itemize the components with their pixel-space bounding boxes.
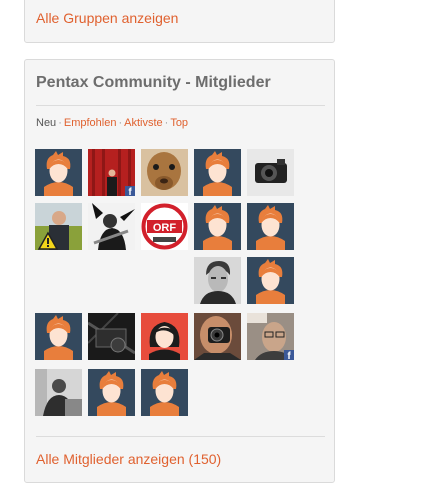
all-members-link[interactable]: Alle Mitglieder anzeigen (150)	[36, 451, 221, 467]
member-avatar[interactable]	[35, 369, 82, 416]
member-avatar[interactable]	[141, 369, 188, 416]
filter-separator: ·	[164, 117, 169, 129]
title-divider	[36, 105, 325, 106]
orf-logo: ORF	[141, 203, 188, 250]
widget-title: Pentax Community - Mitglieder	[36, 74, 271, 91]
facebook-badge-icon: f	[284, 350, 294, 360]
member-avatar[interactable]	[35, 203, 82, 250]
photo-bw-camera	[247, 149, 294, 196]
orf-logo-text: ORF	[153, 222, 177, 234]
footer-divider	[36, 436, 325, 437]
member-avatar[interactable]: f	[247, 313, 294, 360]
photo-man-with-camera	[194, 313, 241, 360]
groups-widget: Alle Gruppen anzeigen	[24, 0, 335, 43]
photo-alpaca	[141, 149, 188, 196]
member-filter-tabs: Neu · Empfohlen · Aktivste · Top	[36, 117, 188, 129]
default-avatar-icon	[141, 369, 188, 416]
filter-separator: ·	[58, 117, 62, 129]
member-avatar[interactable]	[194, 149, 241, 196]
member-avatar[interactable]: ORF	[141, 203, 188, 250]
filter-aktivste[interactable]: Aktivste	[124, 117, 163, 129]
filter-neu[interactable]: Neu	[36, 117, 56, 129]
filter-empfohlen[interactable]: Empfohlen	[64, 117, 117, 129]
member-avatar[interactable]: f	[88, 149, 135, 196]
photo-young-man-bw	[194, 257, 241, 304]
female-avatar-icon	[141, 313, 188, 360]
default-avatar-icon	[35, 313, 82, 360]
member-avatar[interactable]	[194, 257, 241, 304]
photo-man-red-curtain: f	[88, 149, 135, 196]
member-avatar[interactable]	[88, 369, 135, 416]
photo-man-at-desk	[35, 369, 82, 416]
member-avatar[interactable]	[88, 313, 135, 360]
photo-man-warning-sign	[35, 203, 82, 250]
member-avatar[interactable]	[141, 149, 188, 196]
member-avatar[interactable]	[247, 149, 294, 196]
member-avatar[interactable]	[247, 257, 294, 304]
facebook-badge-icon: f	[125, 186, 135, 196]
default-avatar-icon	[247, 203, 294, 250]
default-avatar-icon	[194, 203, 241, 250]
member-avatar[interactable]	[88, 203, 135, 250]
filter-top[interactable]: Top	[170, 117, 188, 129]
photo-man-with-glasses: f	[247, 313, 294, 360]
member-avatar[interactable]	[194, 203, 241, 250]
member-avatar[interactable]	[35, 313, 82, 360]
default-avatar-icon	[35, 149, 82, 196]
default-avatar-icon	[247, 257, 294, 304]
member-avatar[interactable]	[141, 313, 188, 360]
default-avatar-icon	[88, 369, 135, 416]
all-groups-link[interactable]: Alle Gruppen anzeigen	[36, 10, 178, 26]
members-widget: Pentax Community - Mitglieder Neu · Empfoh…	[24, 59, 335, 483]
member-avatar[interactable]	[35, 149, 82, 196]
filter-separator: ·	[118, 117, 123, 129]
photo-dark-machine	[88, 313, 135, 360]
default-avatar-icon	[194, 149, 241, 196]
photo-guitarist-bw	[88, 203, 135, 250]
member-avatar[interactable]	[247, 203, 294, 250]
member-avatar[interactable]	[194, 313, 241, 360]
